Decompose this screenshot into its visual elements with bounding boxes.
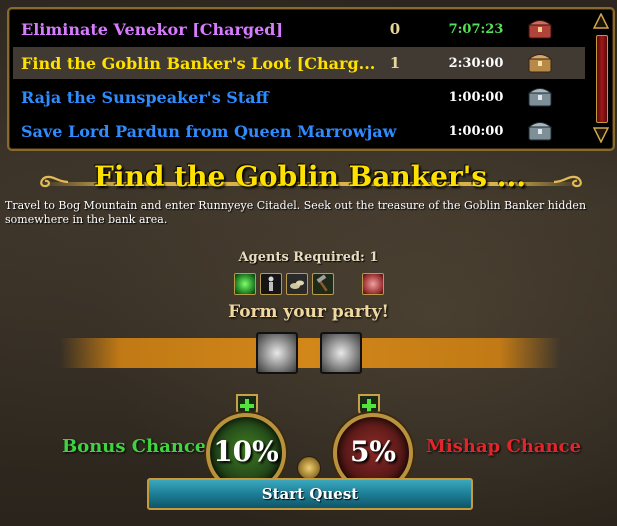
quest-row-1[interactable]: Find the Goblin Banker's Loot [Charg... … <box>13 47 585 79</box>
green-orb-icon <box>234 273 256 295</box>
scroll-down-icon[interactable] <box>593 127 609 143</box>
quest-list-panel: Eliminate Venekor [Charged] 0 7:07:23 Fi… <box>7 7 615 151</box>
quest-name: Eliminate Venekor [Charged] <box>21 19 284 39</box>
quest-name: Find the Goblin Banker's Loot [Charg... <box>21 53 376 73</box>
scroll-up-icon[interactable] <box>593 13 609 29</box>
blue-chest-icon <box>527 88 553 107</box>
bonus-chance-value: 10% <box>213 435 279 468</box>
quest-timer: 1:00:00 <box>448 123 504 139</box>
quest-name: Raja the Sunspeaker's Staff <box>21 87 269 107</box>
quest-row-3[interactable]: Save Lord Pardun from Queen Marrowjaw 1:… <box>13 115 585 147</box>
scroll-thumb[interactable] <box>596 35 608 123</box>
quest-timer: 1:00:00 <box>448 89 504 105</box>
quest-name: Save Lord Pardun from Queen Marrowjaw <box>21 121 397 141</box>
quest-title-banner: Find the Goblin Banker's ... <box>40 160 582 198</box>
quest-agent-count: 1 <box>389 54 401 72</box>
quest-timer: 7:07:23 <box>448 21 504 37</box>
party-band <box>60 338 560 368</box>
blue-chest-icon <box>527 122 553 141</box>
start-quest-button[interactable]: Start Quest <box>147 478 473 510</box>
center-ornament-icon <box>297 456 321 480</box>
quest-list-scrollbar[interactable] <box>593 13 609 143</box>
quest-timer: 2:30:00 <box>448 55 504 71</box>
coins-icon <box>286 273 308 295</box>
brain-icon <box>362 273 384 295</box>
gold-chest-icon <box>527 54 553 73</box>
quest-description: Travel to Bog Mountain and enter Runnyey… <box>5 199 587 226</box>
quest-title: Find the Goblin Banker's ... <box>93 160 527 193</box>
figure-icon <box>260 273 282 295</box>
quest-row-2[interactable]: Raja the Sunspeaker's Staff 1:00:00 <box>13 81 585 113</box>
party-slot-2[interactable] <box>320 332 362 374</box>
red-chest-icon <box>527 20 553 39</box>
party-slot-1[interactable] <box>256 332 298 374</box>
mishap-chance-label: Mishap Chance <box>426 436 582 457</box>
quest-row-0[interactable]: Eliminate Venekor [Charged] 0 7:07:23 <box>13 13 585 45</box>
bonus-chance-label: Bonus Chance <box>62 436 207 457</box>
agents-required: Agents Required: 1 <box>238 250 379 265</box>
right-swirl-icon <box>553 175 582 188</box>
mishap-chance-value: 5% <box>349 435 397 468</box>
quest-agent-count: 0 <box>389 20 401 38</box>
form-party-label: Form your party! <box>228 302 389 322</box>
hammer-icon <box>312 273 334 295</box>
